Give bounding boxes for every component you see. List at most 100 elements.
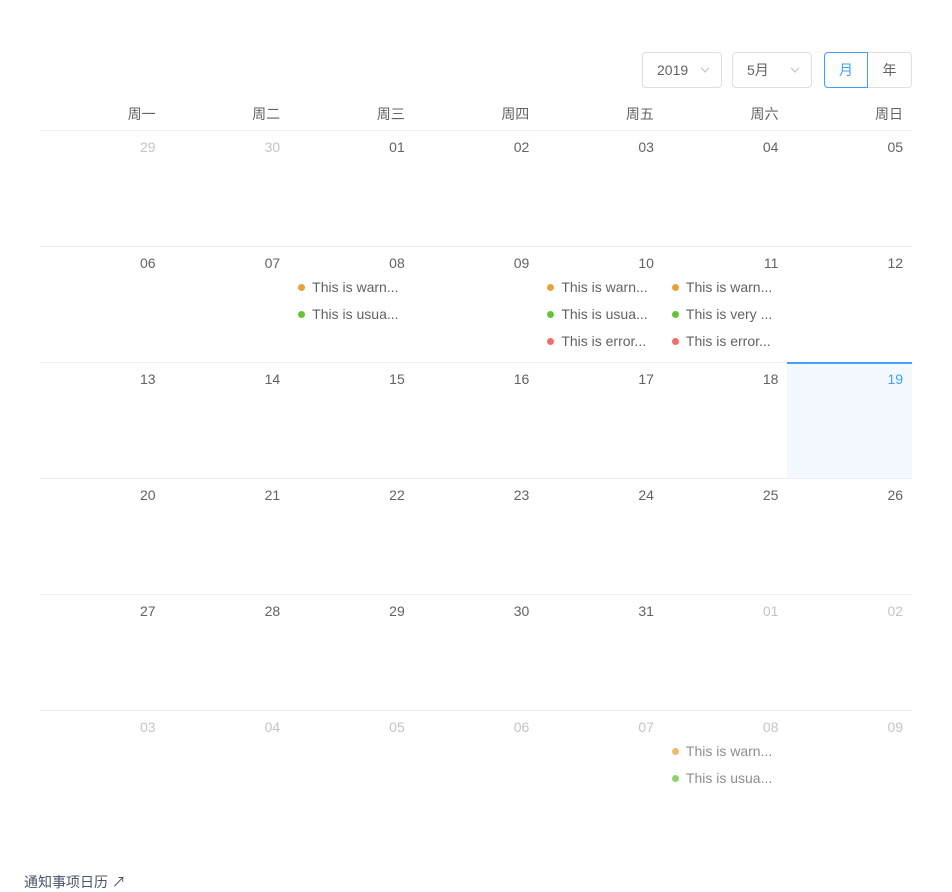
event-status-dot-success (672, 775, 679, 782)
calendar-day-cell[interactable]: 26 (787, 478, 912, 594)
calendar-week-row: 060708This is warn...This is usua...0910… (40, 246, 912, 362)
calendar-day-cell[interactable]: 07 (165, 246, 290, 362)
chevron-down-icon (699, 64, 711, 76)
calendar-day-cell[interactable]: 03 (538, 130, 663, 246)
calendar-day-cell[interactable]: 30 (165, 130, 290, 246)
calendar-day-cell[interactable]: 31 (538, 594, 663, 710)
event-label: This is warn... (686, 742, 772, 761)
day-number: 04 (174, 719, 281, 735)
calendar-day-cell[interactable]: 22 (289, 478, 414, 594)
tab-month-view[interactable]: 月 (824, 52, 868, 88)
month-select[interactable]: 5月 (732, 52, 812, 88)
day-number: 11 (672, 255, 779, 271)
calendar-day-cell[interactable]: 27 (40, 594, 165, 710)
day-number: 12 (796, 255, 903, 271)
day-number: 04 (672, 139, 779, 155)
event-status-dot-error (547, 338, 554, 345)
event-item[interactable]: This is error... (547, 332, 654, 351)
tab-year-view[interactable]: 年 (868, 52, 912, 88)
calendar-day-cell[interactable]: 15 (289, 362, 414, 478)
event-item[interactable]: This is warn... (672, 278, 779, 297)
day-number: 22 (298, 487, 405, 503)
year-select[interactable]: 2019 (642, 52, 722, 88)
calendar-day-cell[interactable]: 06 (40, 246, 165, 362)
event-label: This is very ... (686, 305, 772, 324)
day-number: 24 (547, 487, 654, 503)
event-list: This is warn... This is usua... This is er… (547, 278, 654, 351)
calendar-day-cell[interactable]: 30 (414, 594, 539, 710)
day-number: 15 (298, 371, 405, 387)
weekday-label: 周六 (663, 104, 788, 124)
event-status-dot-success (672, 311, 679, 318)
calendar-day-cell[interactable]: 08This is warn...This is usua... (289, 246, 414, 362)
calendar-day-cell[interactable]: 18 (663, 362, 788, 478)
calendar-day-cell[interactable]: 06 (414, 710, 539, 826)
event-status-dot-error (672, 338, 679, 345)
day-number: 03 (547, 139, 654, 155)
event-item[interactable]: This is usua... (672, 769, 779, 788)
event-status-dot-warning (672, 748, 679, 755)
calendar-day-cell[interactable]: 10This is warn...This is usua...This is … (538, 246, 663, 362)
calendar-day-cell[interactable]: 21 (165, 478, 290, 594)
calendar-day-cell[interactable]: 05 (289, 710, 414, 826)
event-item[interactable]: This is usua... (547, 305, 654, 324)
event-list: This is warn... This is usua... (672, 742, 779, 788)
day-number: 30 (174, 139, 281, 155)
calendar-day-cell[interactable]: 01 (663, 594, 788, 710)
calendar-week-row: 13 14 15 16171819 (40, 362, 912, 478)
event-status-dot-warning (672, 284, 679, 291)
calendar-day-cell[interactable]: 09 (414, 246, 539, 362)
event-label: This is warn... (312, 278, 398, 297)
event-list: This is warn... This is very ... This is e… (672, 278, 779, 362)
day-number: 30 (423, 603, 530, 619)
calendar-day-cell[interactable]: 29 (289, 594, 414, 710)
calendar-day-cell[interactable]: 29 (40, 130, 165, 246)
calendar-day-cell[interactable]: 28 (165, 594, 290, 710)
day-number: 02 (796, 603, 903, 619)
day-number: 23 (423, 487, 530, 503)
calendar-day-cell[interactable]: 09 (787, 710, 912, 826)
calendar-day-cell[interactable]: 14 (165, 362, 290, 478)
event-item[interactable]: This is very ... (672, 305, 779, 324)
calendar-day-cell[interactable]: 01 (289, 130, 414, 246)
event-label: This is error... (561, 332, 646, 351)
calendar-day-cell[interactable]: 08This is warn...This is usua... (663, 710, 788, 826)
event-item[interactable]: This is usua... (298, 305, 405, 324)
day-number: 21 (174, 487, 281, 503)
event-item[interactable]: This is warn... (298, 278, 405, 297)
weekday-label: 周日 (787, 104, 912, 124)
day-number: 29 (298, 603, 405, 619)
calendar-day-cell[interactable]: 07 (538, 710, 663, 826)
event-item[interactable]: This is warn... (672, 742, 779, 761)
calendar-day-cell[interactable]: 05 (787, 130, 912, 246)
calendar-day-cell[interactable]: 16 (414, 362, 539, 478)
calendar-day-cell[interactable]: 04 (663, 130, 788, 246)
calendar-day-cell[interactable]: 24 (538, 478, 663, 594)
event-label: This is usua... (561, 305, 647, 324)
calendar-grid: 29300102030405060708This is warn...This … (40, 130, 912, 826)
weekday-header: 周一周二周三周四周五周六周日 (40, 104, 912, 124)
calendar-day-cell[interactable]: 11This is warn...This is very ...This is… (663, 246, 788, 362)
calendar-day-cell[interactable]: 02 (787, 594, 912, 710)
event-label: This is usua... (686, 769, 772, 788)
event-status-dot-success (298, 311, 305, 318)
calendar-day-cell[interactable]: 17 (538, 362, 663, 478)
day-number: 05 (298, 719, 405, 735)
day-number: 14 (174, 371, 281, 387)
event-label: This is error... (686, 332, 771, 351)
calendar-day-cell[interactable]: 12 (787, 246, 912, 362)
event-status-dot-warning (547, 284, 554, 291)
day-number: 26 (796, 487, 903, 503)
calendar-day-cell[interactable]: 03 (40, 710, 165, 826)
event-item[interactable]: This is warn... (547, 278, 654, 297)
calendar-day-cell[interactable]: 25 (663, 478, 788, 594)
day-number: 05 (796, 139, 903, 155)
calendar-day-cell[interactable]: 04 (165, 710, 290, 826)
calendar-day-cell[interactable]: 20 (40, 478, 165, 594)
calendar-day-cell[interactable]: 23 (414, 478, 539, 594)
calendar-day-cell[interactable]: 02 (414, 130, 539, 246)
calendar-day-cell-selected[interactable]: 19 (787, 362, 912, 478)
day-number: 29 (49, 139, 156, 155)
event-item[interactable]: This is error... (672, 332, 779, 351)
calendar-day-cell[interactable]: 13 (40, 362, 165, 478)
